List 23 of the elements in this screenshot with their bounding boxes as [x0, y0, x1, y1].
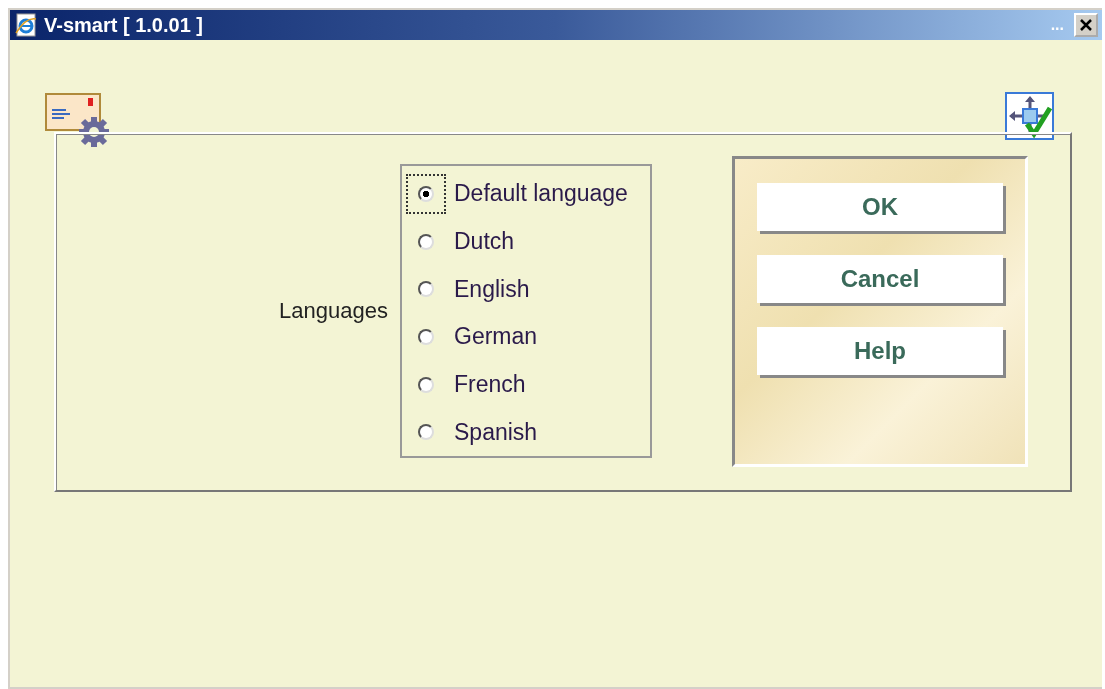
radio-button[interactable]	[418, 233, 434, 250]
dialog-button[interactable]: Cancel	[757, 255, 1003, 303]
radio-button[interactable]	[418, 376, 434, 393]
option-label[interactable]: German	[454, 323, 538, 351]
radio-button[interactable]	[418, 281, 434, 298]
overflow-label: ...	[1050, 16, 1064, 34]
move-check-icon[interactable]	[1005, 92, 1055, 140]
close-icon	[1079, 18, 1093, 32]
option-label[interactable]: French	[454, 371, 526, 398]
radio-button[interactable]	[418, 424, 434, 441]
window-title: V-smart [ 1.0.01 ]	[44, 13, 203, 37]
close-button[interactable]	[1074, 13, 1098, 37]
option-label[interactable]: Spanish	[454, 418, 538, 446]
languages-label: Languages	[279, 298, 388, 324]
option-label[interactable]: English	[454, 275, 530, 303]
dialog-button[interactable]: OK	[757, 183, 1003, 231]
browser-logo-icon	[14, 13, 38, 37]
dialog-button[interactable]: Help	[757, 327, 1003, 375]
radio-button[interactable]	[418, 185, 434, 202]
radio-button[interactable]	[418, 328, 434, 345]
option-label[interactable]: Dutch	[454, 228, 515, 255]
envelope-gear-icon[interactable]	[44, 92, 112, 148]
option-label[interactable]: Default language	[454, 180, 628, 208]
